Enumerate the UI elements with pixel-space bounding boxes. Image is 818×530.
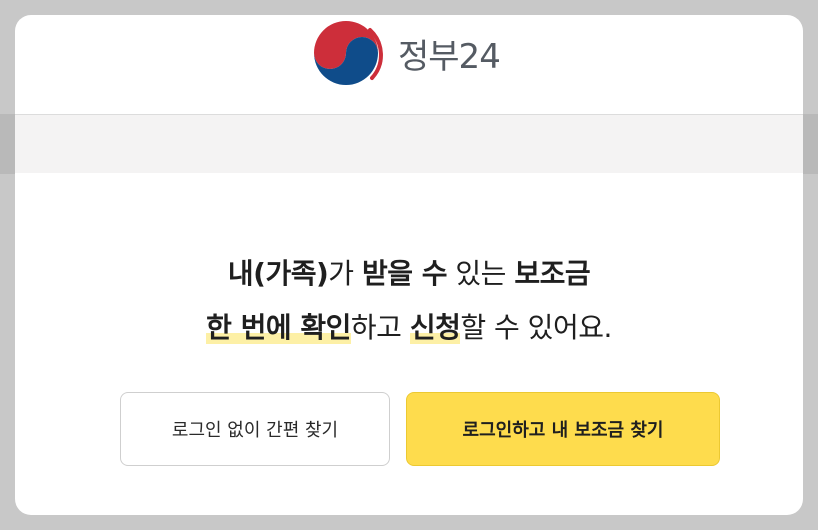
header-banner	[15, 114, 803, 173]
headline-text: 하고	[350, 311, 410, 344]
headline-emphasis: 받을 수	[361, 257, 448, 290]
headline-highlight: 신청	[409, 311, 461, 344]
login-search-button[interactable]: 로그인하고 내 보조금 찾기	[406, 392, 720, 466]
subsidy-modal: 정부24 내(가족)가 받을 수 있는 보조금 한 번에 확인하고 신청할 수 …	[15, 15, 803, 515]
headline-emphasis: 내(가족)	[227, 257, 329, 290]
headline: 내(가족)가 받을 수 있는 보조금 한 번에 확인하고 신청할 수 있어요.	[15, 247, 803, 355]
gov24-logo: 정부24	[310, 17, 501, 89]
headline-text: 가	[328, 257, 362, 290]
headline-line-1: 내(가족)가 받을 수 있는 보조금	[15, 247, 803, 301]
headline-line-2: 한 번에 확인하고 신청할 수 있어요.	[15, 301, 803, 355]
guest-search-button[interactable]: 로그인 없이 간편 찾기	[120, 392, 390, 466]
headline-highlight: 한 번에 확인	[206, 311, 351, 344]
headline-text: 할 수 있어요.	[460, 311, 612, 344]
headline-text: 있는	[446, 257, 515, 290]
brand-name: 정부24	[398, 36, 501, 77]
taegeuk-emblem-icon	[312, 19, 383, 87]
modal-header: 정부24	[15, 15, 803, 115]
headline-emphasis: 보조금	[514, 257, 591, 290]
